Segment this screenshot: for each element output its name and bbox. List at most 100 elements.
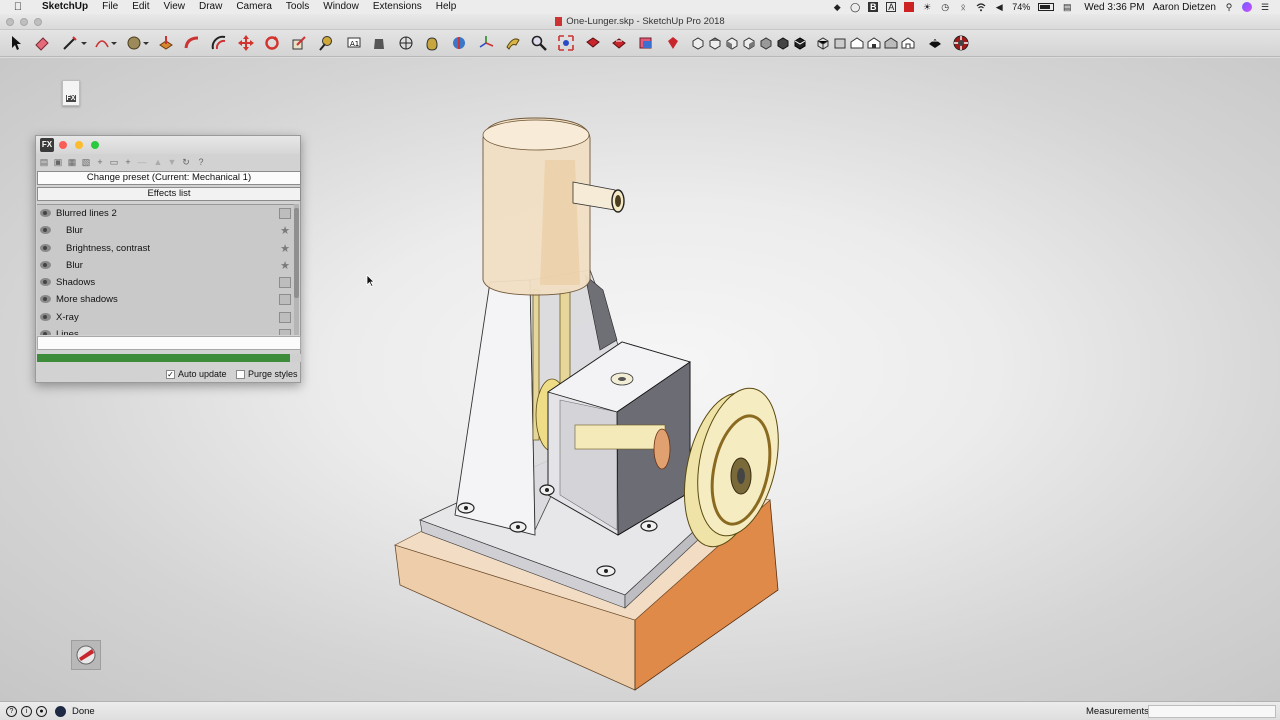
zoom-tool-icon[interactable] bbox=[531, 35, 547, 51]
send-to-layout-icon[interactable] bbox=[638, 35, 654, 51]
notification-center-icon[interactable]: ☰ bbox=[1260, 2, 1270, 12]
effect-row[interactable]: X-ray bbox=[37, 309, 299, 326]
fx-panel-title-bar[interactable]: FX bbox=[36, 136, 300, 154]
view-top-icon[interactable] bbox=[707, 35, 723, 51]
visibility-eye-icon[interactable] bbox=[40, 312, 51, 321]
siri-icon[interactable] bbox=[1242, 2, 1252, 12]
user-name[interactable]: Aaron Dietzen bbox=[1153, 2, 1216, 13]
a-app-icon[interactable]: A bbox=[886, 2, 897, 12]
minimize-window-button[interactable] bbox=[20, 18, 28, 26]
menu-help[interactable]: Help bbox=[430, 0, 465, 14]
bluetooth-icon[interactable]: ᛟ bbox=[958, 2, 968, 12]
effect-row[interactable]: Blurred lines 2 bbox=[37, 205, 299, 222]
menu-draw[interactable]: Draw bbox=[193, 0, 230, 14]
purge-styles-checkbox[interactable]: Purge styles bbox=[236, 369, 298, 379]
effect-image-icon[interactable] bbox=[279, 329, 291, 335]
battery-icon[interactable] bbox=[1038, 3, 1055, 11]
sketchup-fx-extension-icon[interactable] bbox=[953, 35, 969, 51]
arc-tool-icon[interactable] bbox=[94, 35, 110, 51]
remove-icon[interactable]: — bbox=[137, 157, 147, 167]
spotlight-search-icon[interactable]: ⚲ bbox=[1224, 2, 1234, 12]
view-back-icon[interactable] bbox=[758, 35, 774, 51]
effects-scrollbar[interactable] bbox=[294, 204, 299, 335]
pan-tool-icon[interactable] bbox=[424, 35, 440, 51]
effect-image-icon[interactable] bbox=[279, 208, 291, 219]
paint-bucket-tool-icon[interactable] bbox=[371, 35, 387, 51]
drawing-viewport[interactable]: FX FX ▤ ▣ ▦ ▧ + ▭ + — ▲ ▼ ↻ ? Change pre… bbox=[0, 58, 1280, 701]
effect-row[interactable]: Lines bbox=[37, 326, 299, 335]
help-icon[interactable]: ? bbox=[196, 157, 206, 167]
effect-row[interactable]: More shadows bbox=[37, 291, 299, 308]
line-dropdown-icon[interactable] bbox=[80, 35, 88, 51]
star-icon[interactable]: ★ bbox=[280, 223, 290, 240]
effects-list-button[interactable]: Effects list bbox=[37, 187, 301, 201]
geo-location-icon[interactable]: ? bbox=[6, 706, 17, 717]
add-effect-icon[interactable]: + bbox=[95, 157, 105, 167]
visibility-eye-icon[interactable] bbox=[40, 330, 51, 335]
zoom-extents-tool-icon[interactable] bbox=[558, 35, 574, 51]
monochrome-style-icon[interactable] bbox=[927, 35, 943, 51]
move-tool-icon[interactable] bbox=[238, 35, 254, 51]
visibility-eye-icon[interactable] bbox=[40, 209, 51, 217]
open-file-icon[interactable]: ▣ bbox=[53, 157, 63, 167]
warehouse-icon[interactable] bbox=[585, 35, 601, 51]
menu-window[interactable]: Window bbox=[317, 0, 367, 14]
eraser-tool-icon[interactable] bbox=[34, 35, 50, 51]
menu-extensions[interactable]: Extensions bbox=[367, 0, 430, 14]
effect-settings-field[interactable] bbox=[37, 336, 301, 350]
shaded-style-icon[interactable] bbox=[883, 35, 899, 51]
offset-tool-icon[interactable] bbox=[211, 35, 227, 51]
save-icon[interactable]: ▦ bbox=[67, 157, 77, 167]
auto-update-checkbox[interactable]: ✓ Auto update bbox=[166, 369, 227, 379]
display-icon[interactable]: ▤ bbox=[1062, 2, 1072, 12]
view-bottom-icon[interactable] bbox=[792, 35, 808, 51]
menu-edit[interactable]: Edit bbox=[126, 0, 157, 14]
follow-me-tool-icon[interactable] bbox=[184, 35, 200, 51]
text-tool-icon[interactable]: A1 bbox=[346, 35, 362, 51]
view-iso-icon[interactable] bbox=[690, 35, 706, 51]
menu-tools[interactable]: Tools bbox=[280, 0, 317, 14]
visibility-eye-icon[interactable] bbox=[40, 278, 51, 287]
back-edges-style-icon[interactable] bbox=[832, 35, 848, 51]
add-icon[interactable]: + bbox=[123, 157, 133, 167]
tape-measure-tool-icon[interactable] bbox=[318, 35, 334, 51]
sandbox-tool-icon[interactable] bbox=[505, 35, 521, 51]
zoom-window-button[interactable] bbox=[34, 18, 42, 26]
move-down-icon[interactable]: ▼ bbox=[167, 157, 177, 167]
creative-cloud-icon[interactable]: ◯ bbox=[850, 2, 860, 12]
star-icon[interactable]: ★ bbox=[280, 258, 290, 275]
arc-dropdown-icon[interactable] bbox=[110, 35, 118, 51]
auto-update-checkbox-box[interactable]: ✓ bbox=[166, 369, 175, 379]
change-preset-button[interactable]: Change preset (Current: Mechanical 1) bbox=[37, 171, 301, 185]
hidden-line-style-icon[interactable] bbox=[866, 35, 882, 51]
ruby-console-icon[interactable] bbox=[665, 35, 681, 51]
effect-row[interactable]: Blur ★ bbox=[37, 222, 299, 239]
select-tool-icon[interactable] bbox=[8, 35, 24, 51]
group-icon[interactable]: ▭ bbox=[109, 157, 119, 167]
volume-icon[interactable]: ◀ bbox=[994, 2, 1004, 12]
effect-image-icon[interactable] bbox=[279, 311, 291, 323]
refresh-icon[interactable]: ↻ bbox=[181, 157, 191, 167]
shapes-dropdown-icon[interactable] bbox=[142, 35, 150, 51]
purge-styles-checkbox-box[interactable] bbox=[236, 369, 245, 379]
fx-dock-icon[interactable]: FX bbox=[62, 80, 80, 106]
visibility-eye-icon[interactable] bbox=[40, 260, 51, 269]
clock[interactable]: Wed 3:36 PM bbox=[1084, 2, 1144, 13]
orbit-tool-icon[interactable] bbox=[398, 35, 414, 51]
fx-panel-minimize-button[interactable] bbox=[75, 141, 83, 149]
new-file-icon[interactable]: ▤ bbox=[39, 157, 49, 167]
move-up-icon[interactable]: ▲ bbox=[153, 157, 163, 167]
visibility-eye-icon[interactable] bbox=[40, 243, 51, 252]
push-pull-tool-icon[interactable] bbox=[158, 35, 174, 51]
xray-style-icon[interactable] bbox=[815, 35, 831, 51]
extension-tray-icon[interactable]: ☀ bbox=[922, 2, 932, 12]
credits-icon[interactable]: i bbox=[21, 706, 32, 717]
view-front-icon[interactable] bbox=[724, 35, 740, 51]
user-account-icon[interactable]: ● bbox=[36, 706, 47, 717]
wifi-icon[interactable] bbox=[976, 2, 986, 12]
apple-menu-icon[interactable]:  bbox=[0, 1, 36, 13]
extension-warehouse-icon[interactable] bbox=[611, 35, 627, 51]
fx-panel-zoom-button[interactable] bbox=[91, 141, 99, 149]
close-window-button[interactable] bbox=[6, 18, 14, 26]
shapes-tool-icon[interactable] bbox=[126, 35, 142, 51]
